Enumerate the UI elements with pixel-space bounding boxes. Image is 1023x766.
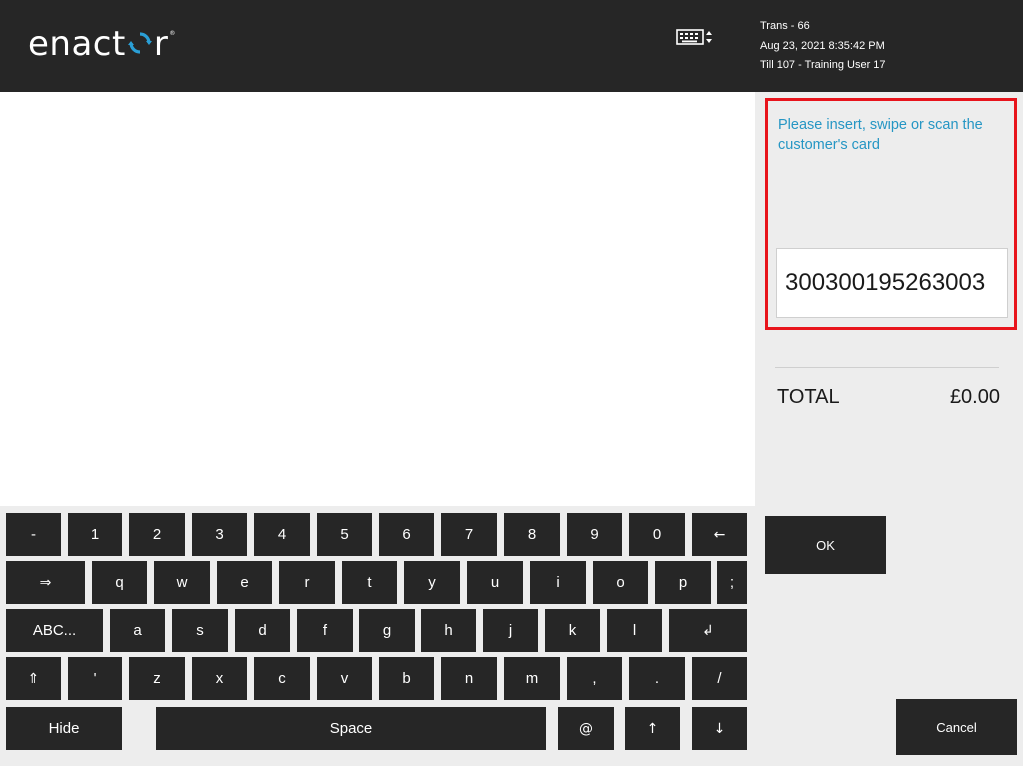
key-q[interactable]: q: [92, 561, 147, 604]
key-s[interactable]: s: [172, 609, 228, 652]
key-6[interactable]: 6: [379, 513, 434, 556]
key-g[interactable]: g: [359, 609, 415, 652]
key-u[interactable]: u: [467, 561, 523, 604]
shift-key[interactable]: ⇑: [6, 657, 61, 700]
key-o[interactable]: o: [593, 561, 648, 604]
key-k[interactable]: k: [545, 609, 600, 652]
key-y[interactable]: y: [404, 561, 460, 604]
tab-key[interactable]: ⇒: [6, 561, 85, 604]
key-d[interactable]: d: [235, 609, 290, 652]
key-apostrophe[interactable]: ': [68, 657, 122, 700]
key-0[interactable]: 0: [629, 513, 685, 556]
key-period[interactable]: .: [629, 657, 685, 700]
key-c[interactable]: c: [254, 657, 310, 700]
key-p[interactable]: p: [655, 561, 711, 604]
arrow-up-key[interactable]: ↑: [625, 707, 680, 750]
circular-arrows-icon: [127, 31, 152, 54]
divider: [775, 367, 999, 368]
onscreen-keyboard: - 1 2 3 4 5 6 7 8 9 0 ← ⇒ q w e r t y u …: [0, 506, 755, 766]
key-w[interactable]: w: [154, 561, 210, 604]
space-key[interactable]: Space: [156, 707, 546, 750]
key-j[interactable]: j: [483, 609, 538, 652]
key-l[interactable]: l: [607, 609, 662, 652]
key-r[interactable]: r: [279, 561, 335, 604]
key-z[interactable]: z: [129, 657, 185, 700]
key-slash[interactable]: /: [692, 657, 747, 700]
logo-text-start: enact: [28, 24, 126, 64]
cancel-button[interactable]: Cancel: [896, 699, 1017, 755]
card-prompt-box: Please insert, swipe or scan the custome…: [765, 98, 1017, 330]
enter-key[interactable]: ↲: [669, 609, 747, 652]
key-n[interactable]: n: [441, 657, 497, 700]
arrow-down-key[interactable]: ↓: [692, 707, 747, 750]
keyboard-toggle-button[interactable]: [676, 28, 716, 46]
transaction-number: Trans - 66: [760, 20, 810, 32]
key-comma[interactable]: ,: [567, 657, 622, 700]
key-v[interactable]: v: [317, 657, 372, 700]
key-f[interactable]: f: [297, 609, 353, 652]
key-4[interactable]: 4: [254, 513, 310, 556]
keyboard-icon: [676, 29, 712, 45]
key-3[interactable]: 3: [192, 513, 247, 556]
header-bar: enact r® Trans - 66 Aug 23, 2021 8:35:42…: [0, 0, 1023, 92]
key-at[interactable]: @: [558, 707, 614, 750]
key-x[interactable]: x: [192, 657, 247, 700]
key-e[interactable]: e: [217, 561, 272, 604]
transaction-info: Trans - 66 Aug 23, 2021 8:35:42 PM Till …: [760, 17, 886, 76]
key-2[interactable]: 2: [129, 513, 185, 556]
ok-button[interactable]: OK: [765, 516, 886, 574]
key-i[interactable]: i: [530, 561, 586, 604]
key-semicolon[interactable]: ;: [717, 561, 747, 604]
key-a[interactable]: a: [110, 609, 165, 652]
total-value: £0.00: [949, 386, 1000, 408]
key-1[interactable]: 1: [68, 513, 122, 556]
transaction-area: [0, 92, 755, 506]
transaction-datetime: Aug 23, 2021 8:35:42 PM: [760, 39, 885, 52]
key-minus[interactable]: -: [6, 513, 61, 556]
key-5[interactable]: 5: [317, 513, 372, 556]
key-t[interactable]: t: [342, 561, 397, 604]
key-b[interactable]: b: [379, 657, 434, 700]
backspace-key[interactable]: ←: [692, 513, 747, 556]
registered-mark: ®: [169, 30, 176, 37]
key-h[interactable]: h: [421, 609, 476, 652]
key-m[interactable]: m: [504, 657, 560, 700]
till-user: Till 107 - Training User 17: [760, 59, 886, 71]
abc-mode-key[interactable]: ABC...: [6, 609, 103, 652]
hide-keyboard-key[interactable]: Hide: [6, 707, 122, 750]
enactor-logo: enact r®: [28, 24, 176, 64]
card-number-input[interactable]: [776, 248, 1008, 318]
key-8[interactable]: 8: [504, 513, 560, 556]
right-panel: Please insert, swipe or scan the custome…: [755, 92, 1023, 766]
card-prompt-message: Please insert, swipe or scan the custome…: [778, 117, 983, 153]
key-9[interactable]: 9: [567, 513, 622, 556]
total-label: TOTAL: [777, 386, 840, 408]
logo-text-end: r: [153, 24, 169, 64]
key-7[interactable]: 7: [441, 513, 497, 556]
